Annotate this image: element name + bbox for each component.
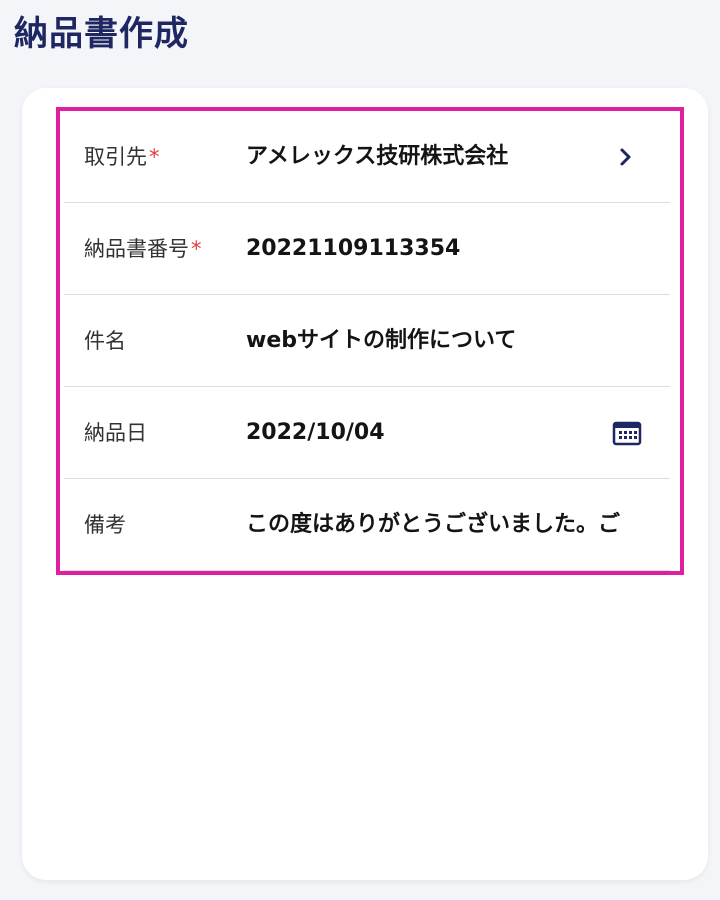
delivery-date-row[interactable]: 納品日 2022/10/04 [64, 387, 670, 479]
subject-value[interactable]: webサイトの制作について [246, 295, 666, 387]
subject-label: 件名 [84, 329, 126, 353]
remarks-row[interactable]: 備考 この度はありがとうございました。ご [64, 479, 670, 571]
subject-row[interactable]: 件名 webサイトの制作について [64, 295, 670, 387]
chevron-right-icon[interactable] [616, 146, 636, 168]
required-mark: * [191, 237, 202, 261]
client-value[interactable]: アメレックス技研株式会社 [246, 111, 666, 203]
invoice-number-label-text: 納品書番号 [84, 237, 189, 261]
required-mark: * [149, 145, 160, 169]
form-field-list: 取引先* アメレックス技研株式会社 納品書番号* 20221109113354 … [56, 107, 684, 575]
delivery-date-value[interactable]: 2022/10/04 [246, 387, 666, 479]
remarks-label: 備考 [84, 513, 126, 537]
client-row[interactable]: 取引先* アメレックス技研株式会社 [64, 111, 670, 203]
remarks-value[interactable]: この度はありがとうございました。ご [246, 479, 666, 571]
invoice-number-row[interactable]: 納品書番号* 20221109113354 [64, 203, 670, 295]
invoice-number-value[interactable]: 20221109113354 [246, 203, 666, 295]
calendar-icon[interactable] [612, 420, 642, 446]
page-title: 納品書作成 [14, 14, 189, 54]
delivery-date-label: 納品日 [84, 421, 147, 445]
invoice-number-label: 納品書番号* [84, 203, 202, 295]
client-label: 取引先* [84, 111, 160, 203]
client-label-text: 取引先 [84, 145, 147, 169]
